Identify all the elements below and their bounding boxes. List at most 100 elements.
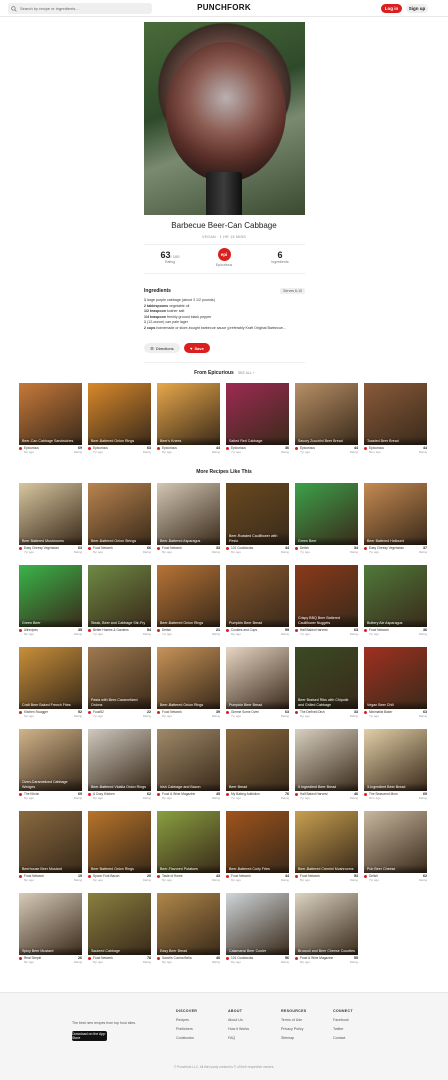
footer-link[interactable]: Twitter [333,1027,353,1031]
recipe-card-title[interactable]: Beer Braised Ribs with Chipotle and Gril… [295,696,358,709]
recipe-card[interactable]: Green Beer Delish 7yr ago 34 Rating [295,483,358,556]
recipe-card-image[interactable]: Beer-Can Cabbage Sandwiches [19,383,82,445]
recipe-card[interactable]: Broccoli and Beer Cheese Cocottes Food & … [295,893,358,966]
recipe-card[interactable]: Vegan Beer Chili Minimalist Baker 7yr ago 6… [364,647,427,720]
recipe-card[interactable]: Beer-Can Cabbage Sandwiches Epicurious 8yr… [19,383,82,456]
recipe-card[interactable]: Crispy BBQ Beer Battered Cauliflower Nug… [295,565,358,638]
recipe-card[interactable]: Beer Bread My Baking Addiction 7yr ago 76 Ra… [226,729,289,802]
recipe-card[interactable]: Irish Cabbage and Bacon Food & Wine Magaz… [157,729,220,802]
recipe-card[interactable]: 5 Ingredient Beer Bread Half Baked Harves… [295,729,358,802]
recipe-card-image[interactable]: Pumpkin Beer Bread [226,565,289,627]
recipe-card-title[interactable]: Beer-Battered Onion Rings [88,436,151,445]
recipe-card[interactable]: Pub Beer Cheese Delish 7yr ago 62 Rating [364,811,427,884]
recipe-card[interactable]: Beer-Battered Onion Strings Food Network 8… [88,483,151,556]
recipe-card-image[interactable]: Beer-Flavored Potatoes [157,811,220,873]
recipe-card-image[interactable]: 3-Ingredient Beer Bread [364,729,427,791]
recipe-card-image[interactable]: Beer's Knees [157,383,220,445]
recipe-card-image[interactable]: Beer Battered Halloumi [364,483,427,545]
recipe-card-image[interactable]: Broccoli and Beer Cheese Cocottes [295,893,358,955]
recipe-card-image[interactable]: Pub Beer Cheese [364,811,427,873]
recipe-card[interactable]: Beer's Knees Epicurious 8yr ago 44 Rating [157,383,220,456]
recipe-card-title[interactable]: Pub Beer Cheese [364,864,427,873]
footer-link[interactable]: Cookbooks [176,1036,197,1040]
recipe-card[interactable]: Steak, Beer and Cabbage Stir-Fry Better H… [88,565,151,638]
footer-link[interactable]: Sitemap [281,1036,306,1040]
recipe-card-title[interactable]: Beer-Can Cabbage Sandwiches [19,436,82,445]
recipe-card-image[interactable]: Pasta with Beer-Caramelized Onions [88,647,151,709]
recipe-card[interactable]: Pumpkin Beer Bread Cookies and Cups 8yr ag… [226,565,289,638]
recipe-card-image[interactable]: Beer Battered Mushrooms [19,483,82,545]
recipe-card-image[interactable]: Green Beer [19,565,82,627]
recipe-card[interactable]: Beer Battered Onion Rings Spoon Fork Baco… [88,811,151,884]
recipe-card-title[interactable]: Spicy Beer Mustard [19,946,82,955]
recipe-card-title[interactable]: Beer Bread [226,782,289,791]
recipe-card-image[interactable]: Spicy Beer Mustard [19,893,82,955]
recipe-card[interactable]: Toasted Beer Bread Epicurious 8mo ago 44 Rat… [364,383,427,456]
recipe-card-image[interactable]: Beer-Battered Onion Strings [88,483,151,545]
recipe-card[interactable]: Spicy Beer Mustard Real Simple 8yr ago 26 Ra… [19,893,82,966]
recipe-card[interactable]: Sauteed Cabbage Food Network 8yr ago 78 Rati… [88,893,151,966]
recipe-card[interactable]: Green Beer Allrecipes 8yr ago 35 Rating [19,565,82,638]
footer-link[interactable]: Contact [333,1036,353,1040]
recipe-card-title[interactable]: Beer Battered Mushrooms [19,536,82,545]
recipe-card[interactable]: Craft Beer Baked French Fries Kitchen Swa… [19,647,82,720]
footer-link[interactable]: How it Works [228,1027,249,1031]
recipe-card-image[interactable]: Beer Braised Ribs with Chipotle and Gril… [295,647,358,709]
footer-link[interactable]: Privacy Policy [281,1027,306,1031]
recipe-card[interactable]: Beer-Battered Onion Rings Delish 7yr ago 21… [157,565,220,638]
recipe-card-title[interactable]: Calamansi Beer Cooler [226,946,289,955]
recipe-card-image[interactable]: Green Beer [295,483,358,545]
recipe-card-title[interactable]: Beer Battered Halloumi [364,536,427,545]
recipe-card[interactable]: Beer-Battered Curly Fries Food Network 8yr… [226,811,289,884]
recipe-card[interactable]: Buttery Ale Asparagus Food Network 7yr ago… [364,565,427,638]
recipe-card-title[interactable]: Craft Beer Baked French Fries [19,700,82,709]
recipe-card-image[interactable]: Buttery Ale Asparagus [364,565,427,627]
recipe-card-image[interactable]: Salted Red Cabbage [226,383,289,445]
recipe-card-title[interactable]: Sauteed Cabbage [88,946,151,955]
recipe-card-title[interactable]: Beer Battered Onion Rings [88,864,151,873]
recipe-card-title[interactable]: Green Beer [295,536,358,545]
recipe-card-image[interactable]: Beer Bread [226,729,289,791]
login-button[interactable]: Log in [381,4,402,13]
recipe-card[interactable]: Beer-Battered Cremini Mushrooms Food Netw… [295,811,358,884]
recipe-card-title[interactable]: Beer-Battered Onion Rings [157,700,220,709]
recipe-card-image[interactable]: Beer-Battered Curly Fries [226,811,289,873]
recipe-card-title[interactable]: Pasta with Beer-Caramelized Onions [88,696,151,709]
recipe-card-title[interactable]: Beer-Flavored Potatoes [157,864,220,873]
recipe-card-image[interactable]: Craft Beer Baked French Fries [19,647,82,709]
recipe-card-title[interactable]: Steak, Beer and Cabbage Stir-Fry [88,618,151,627]
recipe-card[interactable]: Beer Battered Mushrooms Easy Cheesy Veget… [19,483,82,556]
recipe-card-image[interactable]: 5 Ingredient Beer Bread [295,729,358,791]
recipe-card-title[interactable]: Savory Zucchini Beer Bread [295,436,358,445]
recipe-card-image[interactable]: Beer-Battered Onion Rings [157,565,220,627]
recipe-card-title[interactable]: Easy Beer Bread [157,946,220,955]
recipe-card-image[interactable]: Toasted Beer Bread [364,383,427,445]
recipe-card-title[interactable]: Beer-Battered Cremini Mushrooms [295,864,358,873]
recipe-card[interactable]: Beer Battered Halloumi Easy Cheesy Vegeta… [364,483,427,556]
recipe-card-image[interactable]: Crispy BBQ Beer Battered Cauliflower Nug… [295,565,358,627]
recipe-card-image[interactable]: Easy Beer Bread [157,893,220,955]
recipe-card-image[interactable]: Pumpkin Beer Bread [226,647,289,709]
recipe-card-image[interactable]: Beer-Battered Onion Rings [157,647,220,709]
recipe-card-image[interactable]: Vegan Beer Chili [364,647,427,709]
recipe-card[interactable]: 3-Ingredient Beer Bread The Seasoned Mom 8… [364,729,427,802]
recipe-card-title[interactable]: Irish Cabbage and Bacon [157,782,220,791]
recipe-card-image[interactable]: Beerhouse Beer Mustard [19,811,82,873]
recipe-card[interactable]: Beerhouse Beer Mustard Food Network 8yr ag… [19,811,82,884]
recipe-card-title[interactable]: Oven-Caramelized Cabbage Wedges [19,778,82,791]
recipe-card[interactable]: Beer-Roasted Cauliflower with Pesto 101 C… [226,483,289,556]
footer-link[interactable]: FAQ [228,1036,249,1040]
footer-link[interactable]: Terms of Use [281,1018,306,1022]
recipe-card[interactable]: Beer-Battered Asparagus Food Network 8yr a… [157,483,220,556]
recipe-card[interactable]: Beer-Battered Vidalia Onion Rings A Cozy … [88,729,151,802]
recipe-card-image[interactable]: Sauteed Cabbage [88,893,151,955]
recipe-card-image[interactable]: Oven-Caramelized Cabbage Wedges [19,729,82,791]
recipe-card[interactable]: Beer-Battered Onion Rings Epicurious 7yr a… [88,383,151,456]
recipe-card-title[interactable]: Buttery Ale Asparagus [364,618,427,627]
recipe-card-title[interactable]: Beerhouse Beer Mustard [19,864,82,873]
recipe-card[interactable]: Calamansi Beer Cooler 101 Cookbooks 8yr ag… [226,893,289,966]
recipe-card-title[interactable]: Beer-Battered Onion Strings [88,536,151,545]
recipe-card[interactable]: Beer Braised Ribs with Chipotle and Gril… [295,647,358,720]
recipe-card-title[interactable]: Pumpkin Beer Bread [226,700,289,709]
recipe-card-image[interactable]: Beer-Battered Vidalia Onion Rings [88,729,151,791]
